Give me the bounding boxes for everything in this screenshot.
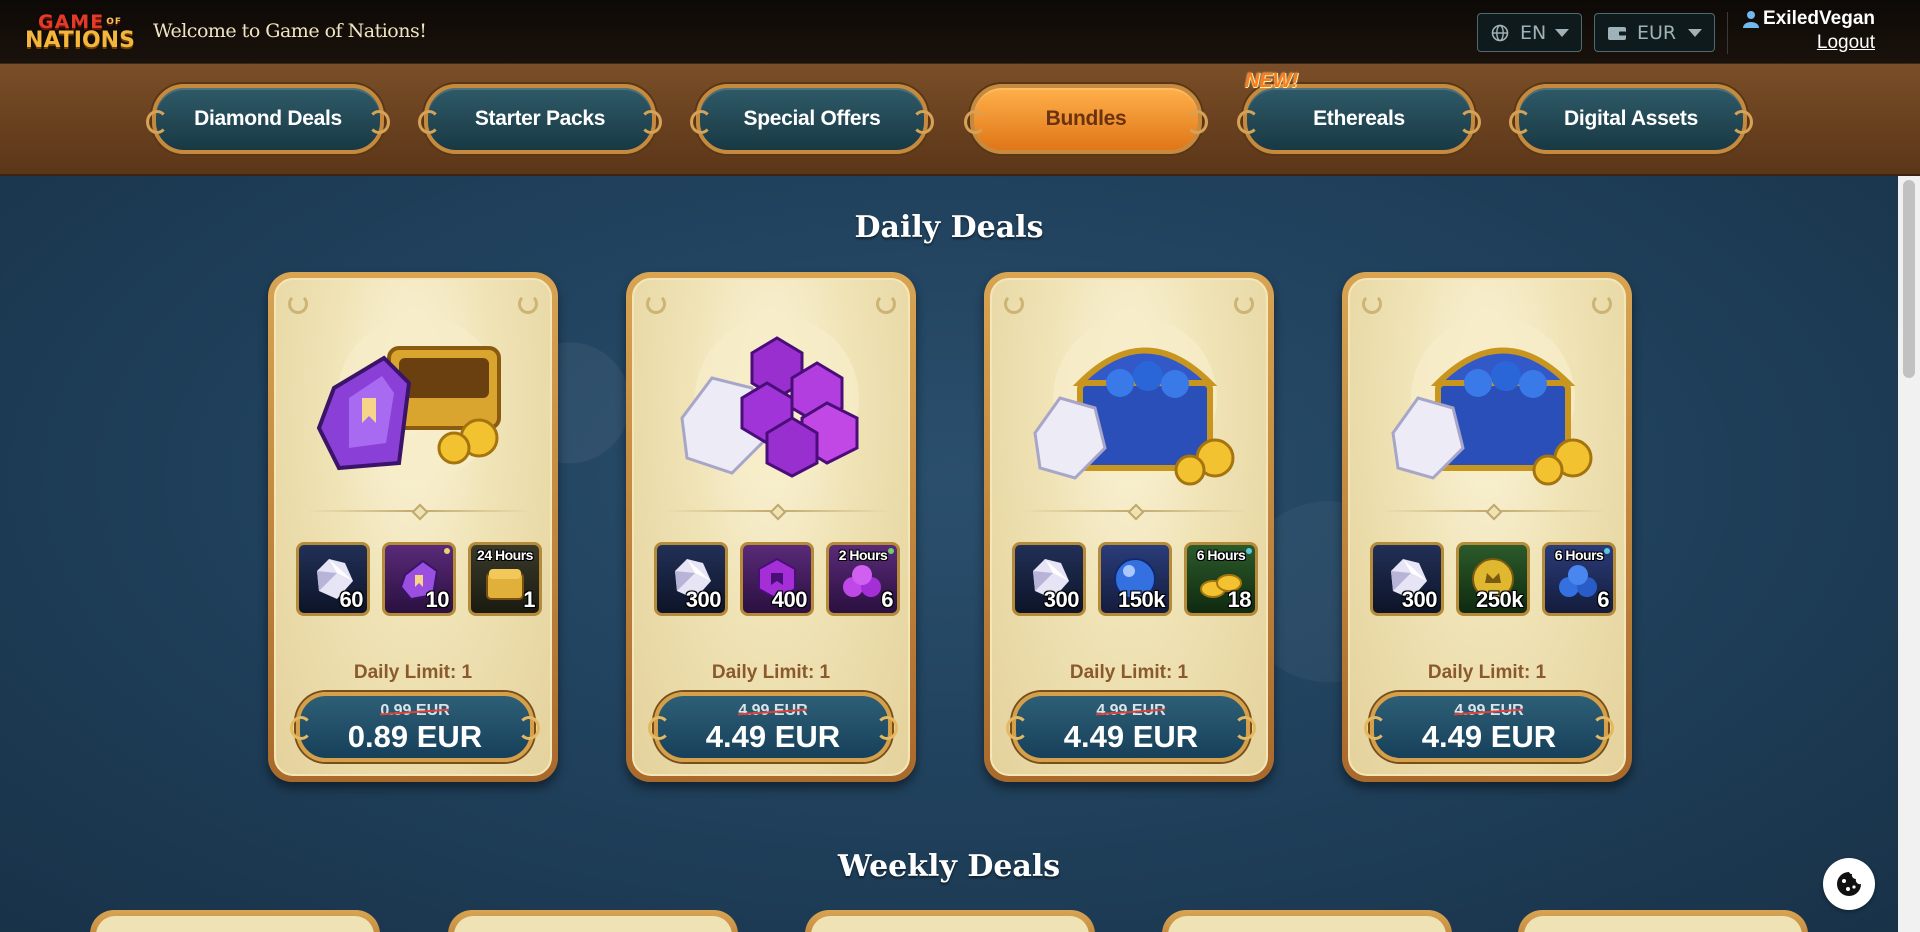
scrollbar-thumb[interactable] [1903,180,1915,378]
tab-special-offers[interactable]: Special Offers [690,84,934,154]
reward-item[interactable]: 2 Hours 6 [826,542,900,616]
user-info: ExiledVegan [1743,8,1875,30]
wallet-icon [1607,23,1627,43]
weekly-deal-card [1162,910,1452,932]
weekly-deal-card [90,910,380,932]
price: 0.89 EUR [347,719,483,754]
buy-button[interactable]: 4.99 EUR 4.49 EUR [648,692,898,762]
reward-item[interactable]: 24 Hours 1 [468,542,542,616]
header-divider [1727,12,1728,54]
reward-item[interactable]: 150k [1098,542,1172,616]
price: 4.49 EUR [1063,719,1199,754]
cookie-settings-button[interactable] [1823,858,1875,910]
tab-ethereals[interactable]: Ethereals [1237,84,1481,154]
reward-item[interactable]: 300 [654,542,728,616]
old-price: 4.99 EUR [1454,702,1524,719]
daily-limit: Daily Limit: 1 [1069,662,1189,683]
top-bar: GAME OF NATIONS Welcome to Game of Nation… [0,0,1920,64]
old-price: 0.99 EUR [380,702,450,719]
buy-button[interactable]: 4.99 EUR 4.49 EUR [1006,692,1256,762]
tab-digital-assets[interactable]: Digital Assets [1509,84,1753,154]
game-logo[interactable]: GAME OF NATIONS [24,9,136,55]
currency-select[interactable]: EUR [1594,13,1715,52]
deal-card: 60 10 24 Hours 1 Daily Limit: 1 0.99 EUR… [268,272,558,782]
tab-diamond-deals[interactable]: Diamond Deals [146,84,390,154]
language-select[interactable]: EN [1477,13,1582,52]
reward-item[interactable]: 6 Hours 6 [1542,542,1616,616]
globe-icon [1490,23,1510,43]
card-divider [664,510,890,512]
weekly-deal-card [448,910,738,932]
reward-item[interactable]: 60 [296,542,370,616]
reward-item[interactable]: 6 Hours 18 [1184,542,1258,616]
purple-crystal-and-gold-chest-image [316,316,501,480]
language-value: EN [1520,21,1547,44]
card-divider [306,510,532,512]
weekly-deals-title: Weekly Deals [837,849,1061,884]
blue-chest-with-orbs-image [1391,316,1593,486]
blue-chest-with-orbs-image [1033,316,1235,486]
tab-starter-packs[interactable]: Starter Packs [418,84,662,154]
welcome-text: Welcome to Game of Nations! [153,20,427,42]
user-icon [1743,11,1760,28]
reward-item[interactable]: 250k [1456,542,1530,616]
reward-item[interactable]: 300 [1012,542,1086,616]
new-badge: NEW! [1245,70,1299,92]
deal-card: 300 150k 6 Hours 18 Daily Limit: 1 4.99 … [984,272,1274,782]
deal-card: 300 250k 6 Hours 6 Daily Limit: 1 4.99 E… [1342,272,1632,782]
username: ExiledVegan [1763,8,1875,29]
weekly-deal-card [805,910,1095,932]
weekly-deal-card [1518,910,1808,932]
card-divider [1380,510,1606,512]
currency-value: EUR [1637,21,1677,44]
daily-limit: Daily Limit: 1 [711,662,831,683]
daily-limit: Daily Limit: 1 [1427,662,1547,683]
buy-button[interactable]: 4.99 EUR 4.49 EUR [1364,692,1614,762]
page-scrollbar[interactable] [1898,176,1920,932]
chevron-down-icon [1555,28,1569,37]
old-price: 4.99 EUR [1096,702,1166,719]
buy-button[interactable]: 0.99 EUR 0.89 EUR [290,692,540,762]
category-tabs: Diamond Deals Starter Packs Special Offe… [0,64,1920,176]
price: 4.49 EUR [705,719,841,754]
tab-bundles[interactable]: Bundles [964,84,1208,154]
reward-item[interactable]: 300 [1370,542,1444,616]
card-divider [1022,510,1248,512]
reward-item[interactable]: 400 [740,542,814,616]
diamond-and-purple-gems-image [680,316,859,480]
reward-item[interactable]: 10 [382,542,456,616]
deal-card: 300 400 2 Hours 6 Daily Limit: 1 4.99 EU… [626,272,916,782]
cookie-icon [1837,872,1861,896]
old-price: 4.99 EUR [738,702,808,719]
daily-deals-title: Daily Deals [854,210,1044,245]
price: 4.49 EUR [1421,719,1557,754]
daily-limit: Daily Limit: 1 [353,662,473,683]
logout-link[interactable]: Logout [1817,32,1875,54]
chevron-down-icon [1688,28,1702,37]
